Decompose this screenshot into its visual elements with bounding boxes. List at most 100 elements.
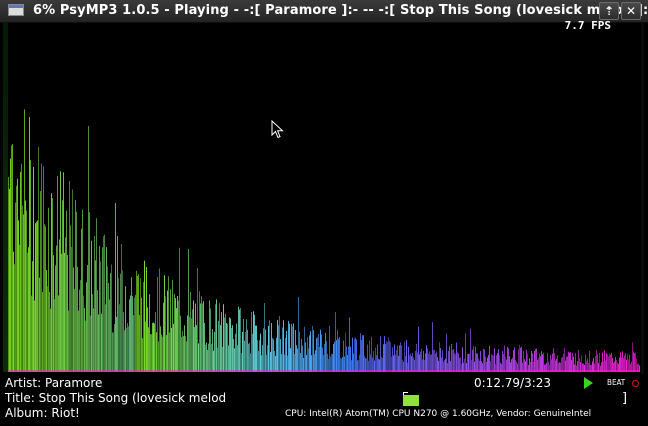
psymp3-window: 6% PsyMP3 1.0.5 - Playing - -:[ Paramore… — [0, 0, 648, 426]
close-button[interactable]: ✕ — [621, 2, 641, 20]
spectrum-bar — [363, 335, 364, 372]
spectrum-bar — [84, 307, 85, 372]
cpu-info: CPU: Intel(R) Atom(TM) CPU N270 @ 1.60GH… — [285, 409, 592, 419]
spectrum-bar — [229, 317, 230, 372]
spectrum-bar — [151, 334, 152, 372]
spectrum-bar — [398, 355, 399, 372]
spectrum-bar — [217, 347, 218, 372]
spectrum-bar — [620, 352, 621, 372]
spectrum-bar — [237, 345, 238, 372]
spectrum-bar — [155, 311, 156, 372]
spectrum-bar — [324, 343, 325, 372]
spectrum-bar — [160, 326, 161, 372]
spectrum-bar — [312, 325, 313, 372]
spectrum-bar — [457, 352, 458, 372]
spectrum-bar — [437, 357, 438, 372]
spectrum-bar — [82, 209, 83, 372]
spectrum-bar — [170, 289, 171, 372]
spectrum-bar — [310, 331, 311, 372]
spectrum-bar — [156, 332, 157, 372]
spectrum-bar — [433, 350, 434, 372]
spectrum-bar — [303, 357, 304, 372]
spectrum-bar — [333, 343, 334, 372]
spectrum-bar — [599, 353, 600, 372]
spectrum-bar — [578, 349, 579, 372]
spectrum-bar — [456, 342, 457, 372]
spectrum-bar — [296, 345, 297, 372]
spectrum-bar — [334, 341, 335, 372]
spectrum-bar — [184, 325, 185, 372]
spectrum-bar — [375, 347, 376, 372]
spectrum-bar — [221, 312, 222, 372]
spectrum-bar — [88, 125, 89, 372]
spectrum-bar — [67, 254, 68, 372]
spectrum-bar — [144, 260, 145, 372]
spectrum-bar — [581, 355, 582, 372]
volume-level-bar[interactable] — [403, 395, 419, 406]
spectrum-bar — [325, 333, 326, 372]
window-app-icon[interactable] — [8, 4, 24, 16]
spectrum-bar — [111, 264, 112, 372]
spectrum-bar — [157, 276, 158, 372]
spectrum-bar — [467, 354, 468, 372]
spectrum-bar — [146, 267, 147, 372]
spectrum-bar — [392, 347, 393, 372]
spectrum-bar — [418, 326, 419, 372]
spectrum-bar — [86, 282, 87, 372]
spectrum-bar — [172, 279, 173, 372]
spectrum-bar — [453, 348, 454, 372]
spectrum-bar — [385, 343, 386, 372]
spectrum-bar — [121, 243, 122, 372]
spectrum-bar — [15, 202, 16, 372]
spectrum-bar — [365, 358, 366, 372]
spectrum-bar — [138, 274, 139, 372]
spectrum-bar — [475, 346, 476, 372]
spectrum-bar — [43, 166, 44, 372]
spectrum-bar — [115, 203, 116, 372]
spectrum-bar — [68, 310, 69, 372]
spectrum-bar — [46, 270, 47, 372]
spectrum-bar — [81, 228, 82, 372]
spectrum-bar — [430, 354, 431, 372]
spectrum-bar — [322, 347, 323, 372]
spectrum-bar — [459, 358, 460, 372]
spectrum-bar — [132, 296, 133, 372]
spectrum-bar — [330, 356, 331, 372]
spectrum-bar — [256, 325, 257, 372]
spectrum-bar — [102, 247, 103, 372]
spectrum-bar — [562, 356, 563, 372]
spectrum-bar — [309, 335, 310, 372]
spectrum-bar — [462, 347, 463, 372]
spectrum-bar — [421, 348, 422, 372]
spectrum-bar — [345, 332, 346, 372]
spectrum-bar — [253, 311, 254, 372]
spectrum-bar — [220, 325, 221, 372]
spectrum-bar — [369, 340, 370, 372]
spectrum-bar — [148, 327, 149, 372]
spectrum-bar — [567, 356, 568, 372]
play-icon[interactable] — [584, 377, 593, 389]
spectrum-bar — [404, 341, 405, 372]
artist-label: Artist: Paramore — [5, 376, 103, 390]
spectrum-bar — [191, 318, 192, 372]
spectrum-bar — [587, 358, 588, 372]
spectrum-bar — [625, 353, 626, 372]
spectrum-bar — [442, 350, 443, 372]
spectrum-bar — [569, 352, 570, 372]
spectrum-bar — [353, 353, 354, 372]
title-bar[interactable]: 6% PsyMP3 1.0.5 - Playing - -:[ Paramore… — [0, 0, 648, 23]
spectrum-bar — [72, 189, 73, 372]
spectrum-bar — [228, 345, 229, 372]
spectrum-bar — [153, 322, 154, 372]
spectrum-bar — [347, 354, 348, 372]
spectrum-bar — [619, 357, 620, 372]
spectrum-bar — [101, 313, 102, 372]
spectrum-bar — [300, 352, 301, 372]
spectrum-bar — [180, 315, 181, 372]
maximize-button[interactable]: ⇡ — [599, 2, 619, 20]
spectrum-bar — [390, 342, 391, 372]
spectrum-bar — [76, 211, 77, 372]
spectrum-bar — [311, 355, 312, 372]
spectrum-bar — [518, 349, 519, 372]
spectrum-bar — [277, 319, 278, 372]
